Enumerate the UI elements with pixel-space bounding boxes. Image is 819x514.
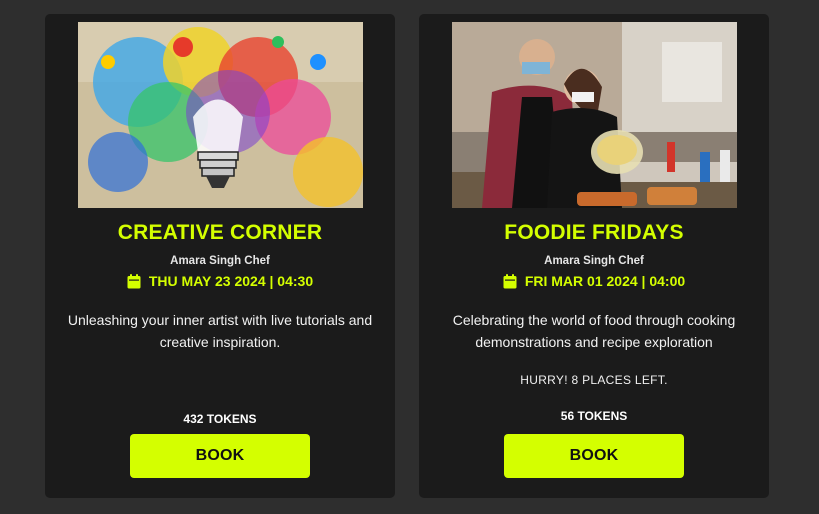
event-datetime-text: THU MAY 23 2024 | 04:30	[148, 273, 314, 289]
cooking-class-photo	[451, 22, 737, 208]
event-description: Celebrating the world of food through co…	[452, 312, 736, 350]
availability-notice: HURRY! 8 PLACES LEFT.	[520, 373, 668, 387]
event-host: Amara Singh Chef	[544, 255, 644, 267]
colorful-lightbulb-image	[77, 22, 363, 208]
event-card: CREATIVE CORNER Amara Singh Chef THU MAY…	[45, 14, 395, 498]
calendar-icon	[503, 273, 517, 288]
book-button[interactable]: BOOK	[504, 434, 684, 478]
book-button[interactable]: BOOK	[130, 434, 310, 478]
event-token-price: 432 TOKENS	[183, 412, 257, 426]
event-datetime-text: FRI MAR 01 2024 | 04:00	[524, 273, 686, 289]
event-image	[77, 22, 363, 208]
event-host: Amara Singh Chef	[170, 255, 270, 267]
event-description: Unleashing your inner artist with live t…	[67, 312, 373, 350]
event-title: CREATIVE CORNER	[117, 221, 323, 244]
event-card: FOODIE FRIDAYS Amara Singh Chef FRI MAR …	[419, 14, 769, 498]
event-datetime: THU MAY 23 2024 | 04:30	[127, 273, 313, 289]
event-datetime: FRI MAR 01 2024 | 04:00	[503, 273, 685, 289]
event-title: FOODIE FRIDAYS	[504, 221, 684, 244]
calendar-icon	[127, 273, 141, 288]
event-image	[451, 22, 737, 208]
event-token-price: 56 TOKENS	[560, 409, 628, 423]
